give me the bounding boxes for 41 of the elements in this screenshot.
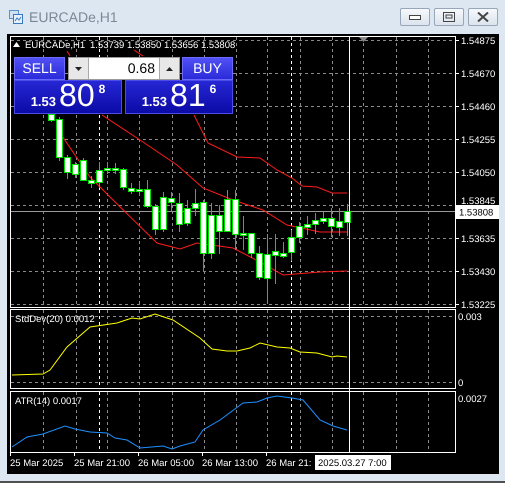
- time-axis-label: 26 Mar 13:00: [202, 458, 258, 469]
- chart-symbol-label: EURCADe,H1: [25, 40, 86, 51]
- indicator-label: StdDev(20) 0.0012: [15, 314, 95, 325]
- close-icon: [477, 12, 489, 22]
- axis-tick-label: 0.0027: [458, 394, 488, 405]
- indicator-label: ATR(14) 0.0017: [15, 396, 82, 407]
- price-axis-label: 1.53430: [461, 267, 496, 278]
- close-button[interactable]: [468, 8, 498, 26]
- price-axis-label: 1.53845: [461, 196, 496, 207]
- caret-up-icon: [166, 66, 173, 70]
- maximize-icon: [443, 12, 455, 22]
- chart-window-icon: [9, 10, 23, 24]
- price-axis-label: 1.54460: [461, 102, 496, 113]
- price-axis-label: 1.53225: [461, 300, 496, 311]
- price-axis-label: 1.54875: [461, 36, 496, 47]
- minimize-button[interactable]: [400, 8, 430, 26]
- current-price-label: 1.53808: [456, 205, 499, 219]
- band-line: [134, 50, 144, 56]
- band-line: [66, 50, 70, 56]
- maximize-button[interactable]: [434, 8, 464, 26]
- time-axis-label: 25 Mar 2025: [10, 458, 64, 469]
- price-axis-label: 1.54050: [461, 168, 496, 179]
- time-axis-label: 26 Mar 05:00: [138, 458, 194, 469]
- window-title: EURCADe,H1: [29, 8, 118, 26]
- increase-lot-button[interactable]: [159, 58, 179, 79]
- sell-button[interactable]: SELL: [14, 57, 65, 80]
- axis-tick-label: 0: [458, 378, 464, 389]
- cursor-time-label: 2025.03.27 7:00: [315, 455, 391, 470]
- axis-tick-label: 0.003: [458, 312, 482, 323]
- price-axis-label: 1.53635: [461, 234, 496, 245]
- time-axis-label: 25 Mar 21:00: [74, 458, 130, 469]
- price-axis-label: 1.54255: [461, 135, 496, 146]
- expand-arrow-icon[interactable]: [13, 42, 20, 47]
- minimize-icon: [409, 14, 421, 20]
- decrease-lot-button[interactable]: [69, 58, 89, 79]
- price-axis-label: 1.54670: [461, 69, 496, 80]
- buy-button[interactable]: BUY: [182, 57, 233, 80]
- caret-down-icon: [75, 66, 82, 70]
- lot-size-field[interactable]: 0.68: [68, 57, 180, 80]
- time-axis-label: 26 Mar 21:: [266, 458, 312, 469]
- ohlc-values: 1.53739 1.53850 1.53656 1.53808: [90, 40, 236, 51]
